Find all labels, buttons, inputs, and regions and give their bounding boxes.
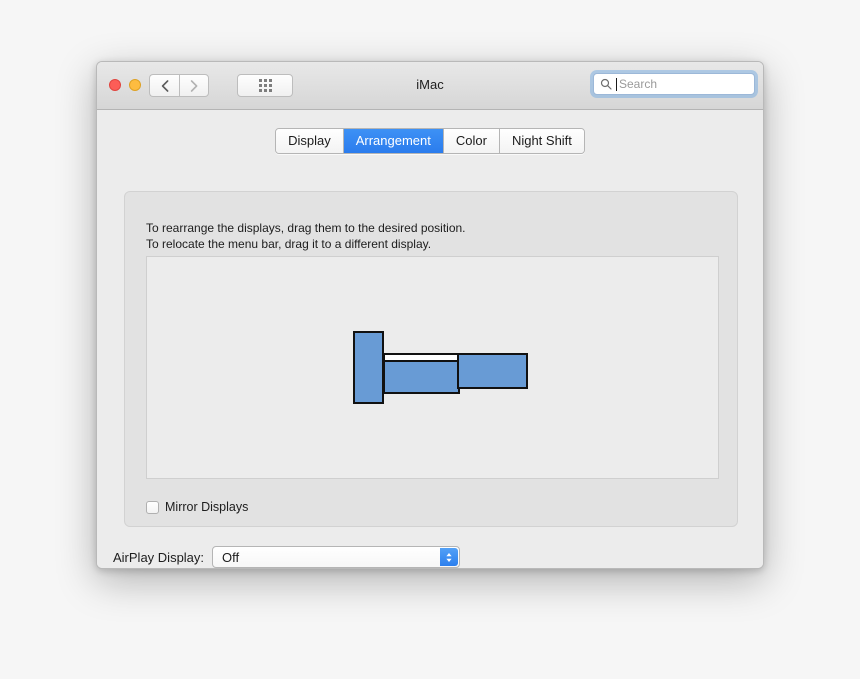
search-field[interactable]: Search (593, 73, 755, 95)
chevron-right-icon (190, 79, 198, 92)
tab-bar: Display Arrangement Color Night Shift (97, 128, 763, 154)
back-button[interactable] (149, 74, 179, 97)
instructions-text: To rearrange the displays, drag them to … (146, 220, 466, 252)
instruction-line-1: To rearrange the displays, drag them to … (146, 221, 466, 235)
search-placeholder: Search (619, 77, 658, 91)
minimize-button[interactable] (129, 79, 141, 91)
window-titlebar[interactable]: iMac Search (97, 62, 763, 110)
forward-button[interactable] (179, 74, 209, 97)
instruction-line-2: To relocate the menu bar, drag it to a d… (146, 237, 432, 251)
close-button[interactable] (109, 79, 121, 91)
menu-bar-strip[interactable] (385, 355, 458, 362)
window-body: Display Arrangement Color Night Shift To… (97, 110, 763, 568)
display-right[interactable] (457, 353, 528, 389)
tab-color[interactable]: Color (443, 129, 500, 153)
airplay-display-select[interactable]: Off (212, 546, 461, 568)
mirror-displays-row[interactable]: Mirror Displays (146, 500, 248, 514)
airplay-display-value: Off (222, 549, 240, 565)
chevron-updown-icon[interactable] (440, 548, 459, 566)
grid-dots-icon (258, 79, 272, 92)
arrangement-panel: To rearrange the displays, drag them to … (124, 191, 738, 527)
tab-display[interactable]: Display (276, 129, 344, 153)
chevron-left-icon (161, 79, 168, 92)
display-center-primary[interactable] (383, 353, 460, 394)
show-all-button[interactable] (237, 74, 293, 97)
display-left-portrait[interactable] (353, 331, 384, 404)
mirror-displays-checkbox[interactable] (146, 500, 159, 514)
mirror-displays-label: Mirror Displays (165, 500, 249, 514)
airplay-display-row: AirPlay Display: Off (113, 546, 461, 568)
airplay-display-label: AirPlay Display: (113, 549, 205, 565)
tab-arrangement[interactable]: Arrangement (343, 129, 444, 153)
search-icon (600, 78, 612, 90)
tab-night-shift[interactable]: Night Shift (499, 129, 584, 153)
search-caret (616, 77, 617, 91)
system-preferences-window: iMac Search Display Arrangement Color Ni… (96, 61, 764, 569)
navigation-buttons (149, 74, 209, 97)
display-arrangement-canvas[interactable] (146, 256, 719, 479)
